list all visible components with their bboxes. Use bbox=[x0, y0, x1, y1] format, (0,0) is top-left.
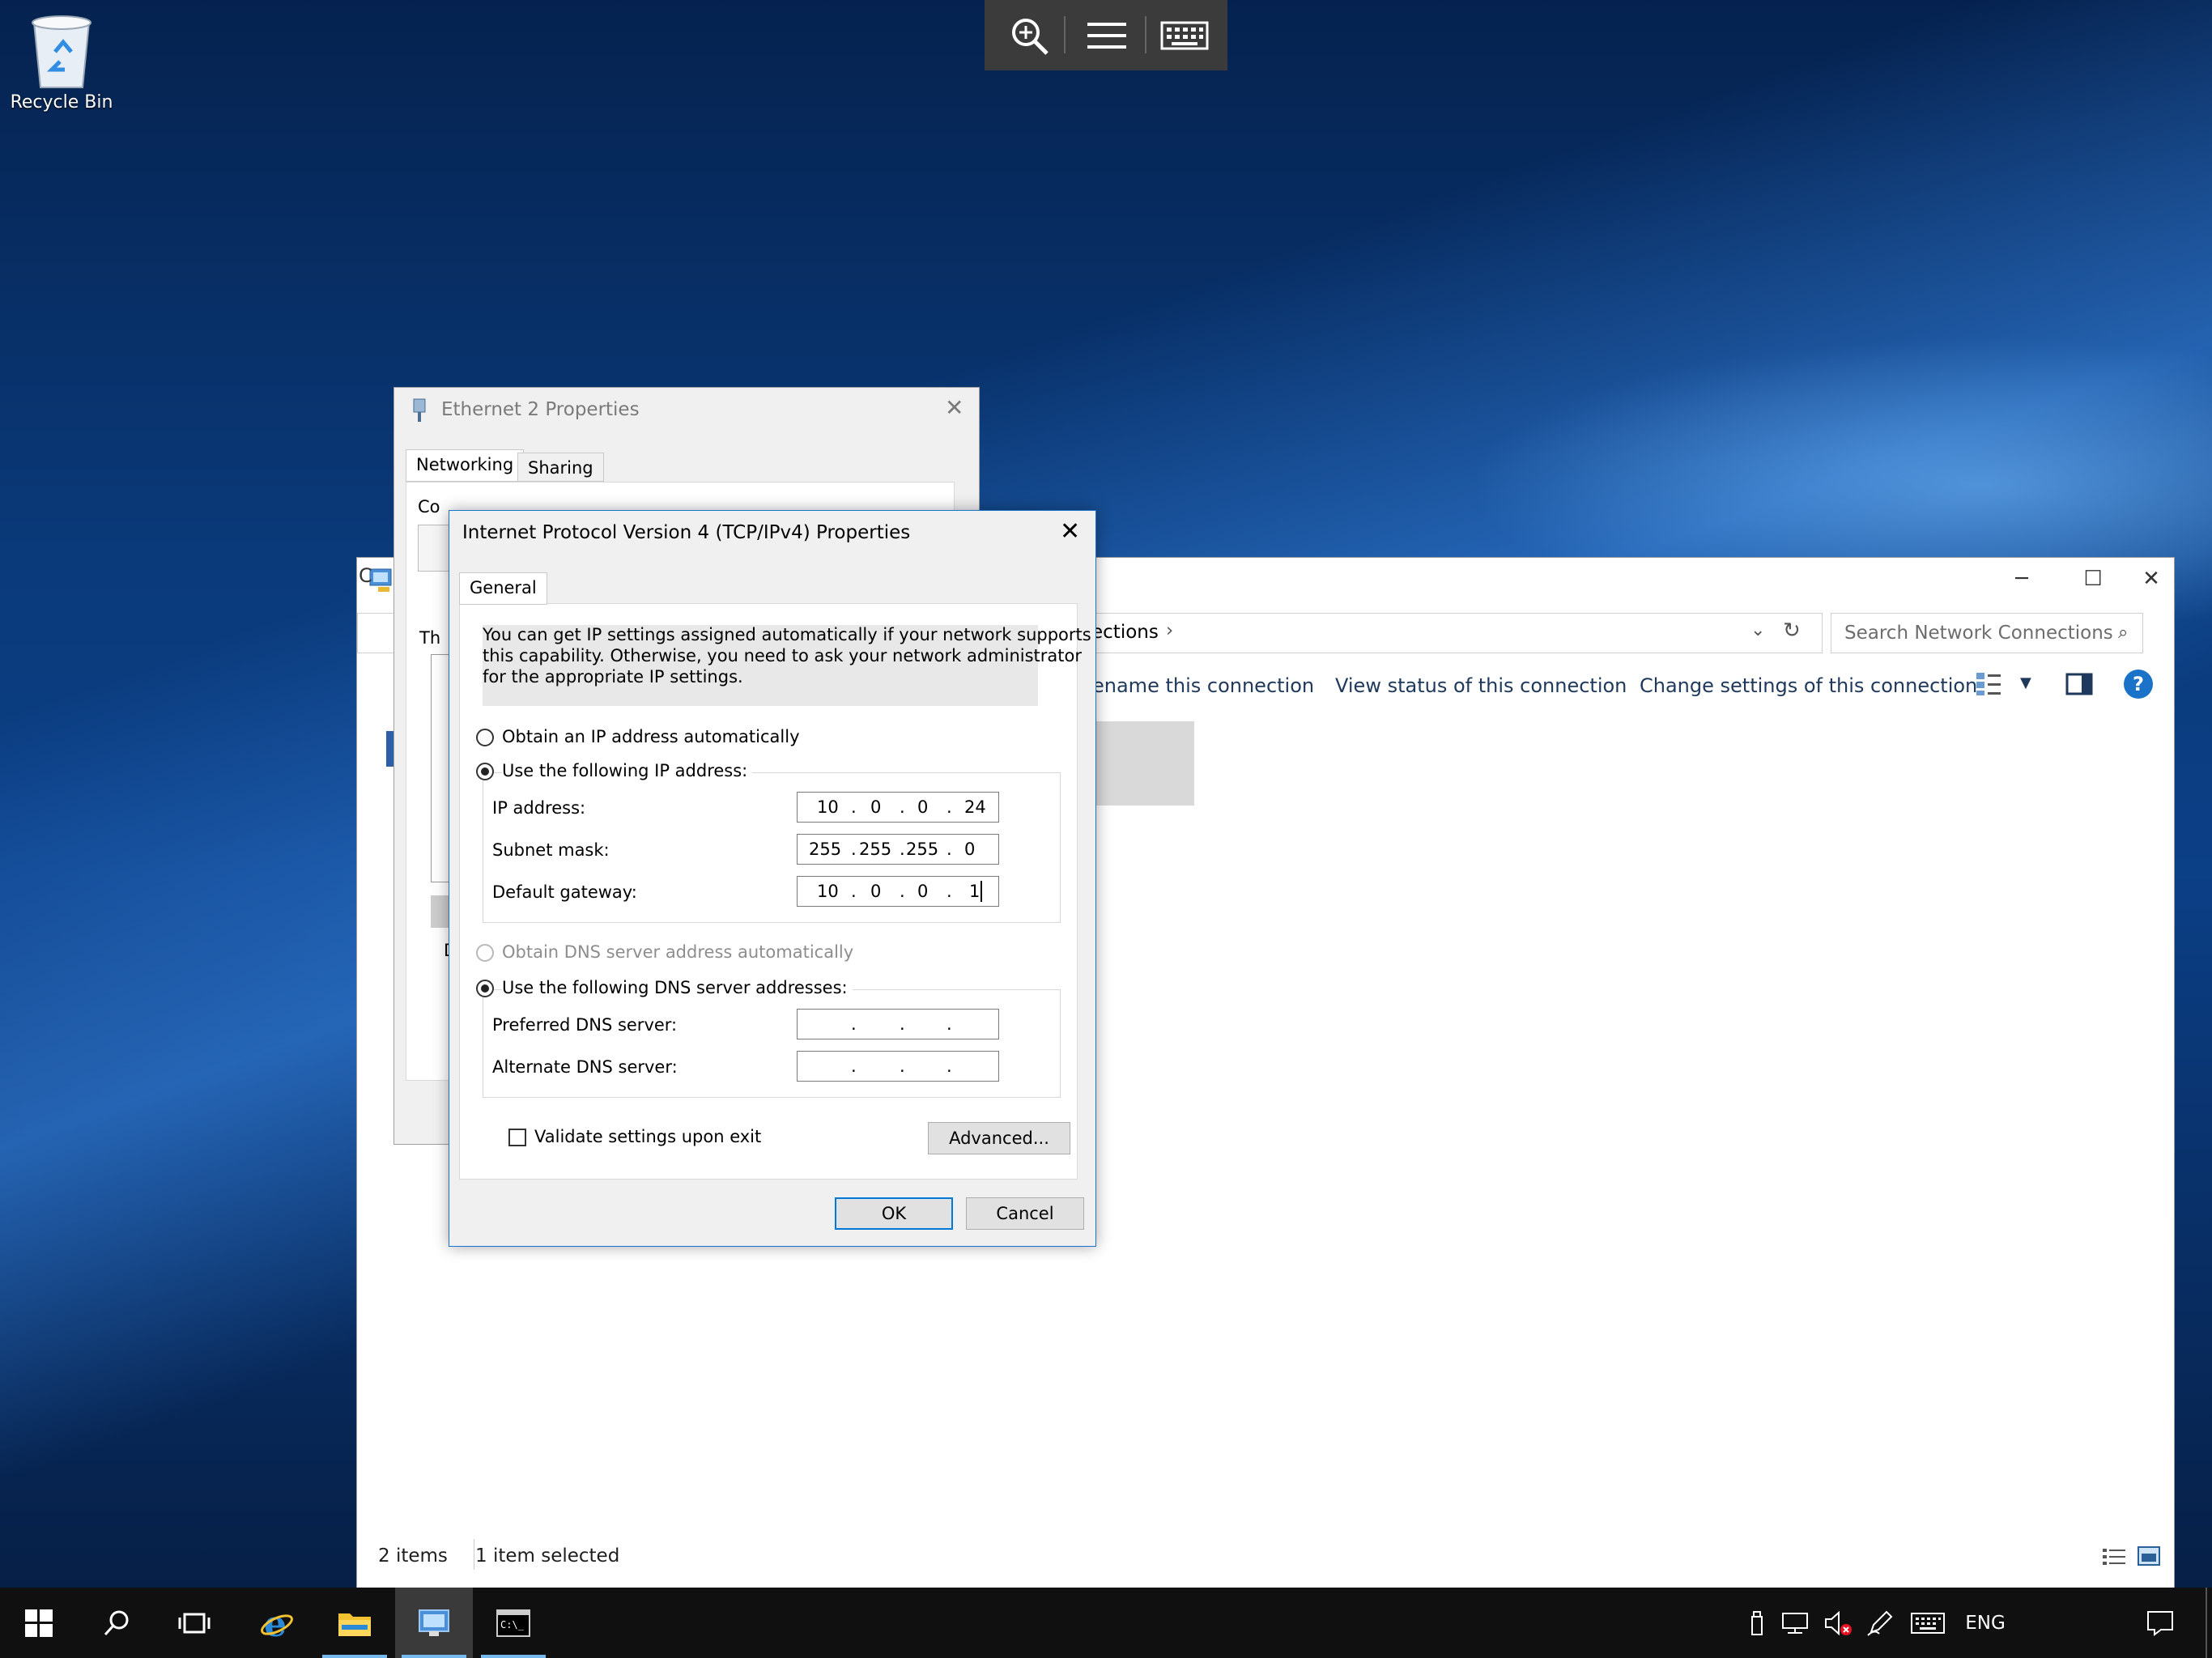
address-breadcrumb[interactable]: ections bbox=[1091, 622, 1159, 643]
ip-address-input[interactable]: 10. 0. 0. 24 bbox=[797, 792, 999, 823]
alternate-dns-input[interactable]: ... bbox=[797, 1051, 999, 1082]
tab-networking[interactable]: Networking bbox=[406, 449, 525, 482]
large-icons-view-icon[interactable] bbox=[2137, 1545, 2161, 1567]
view-status-command[interactable]: View status of this connection bbox=[1335, 674, 1627, 697]
use-ip-label[interactable]: Use the following IP address: bbox=[502, 761, 753, 780]
refresh-icon[interactable]: ↻ bbox=[1783, 619, 1801, 643]
search-icon[interactable]: ⌕ bbox=[2118, 614, 2128, 653]
pen-icon[interactable] bbox=[1862, 1588, 1898, 1658]
preferred-dns-input[interactable]: ... bbox=[797, 1009, 999, 1039]
task-view-button[interactable] bbox=[155, 1588, 233, 1658]
address-dropdown-icon[interactable]: ⌄ bbox=[1750, 620, 1765, 640]
show-desktop-button[interactable] bbox=[2206, 1588, 2207, 1658]
status-items: 2 items bbox=[378, 1545, 448, 1567]
language-indicator[interactable]: ENG bbox=[1953, 1588, 2018, 1658]
notifications-icon[interactable] bbox=[2144, 1588, 2176, 1658]
ethernet-dialog-title: Ethernet 2 Properties bbox=[441, 399, 640, 420]
command-prompt-button[interactable]: C:\_ bbox=[474, 1588, 552, 1658]
rename-connection-command[interactable]: ename this connection bbox=[1092, 674, 1314, 697]
internet-explorer-icon: e bbox=[261, 1605, 293, 1641]
network-connections-icon bbox=[368, 566, 396, 593]
use-dns-radio[interactable] bbox=[476, 980, 494, 997]
details-view-icon[interactable] bbox=[2101, 1547, 2127, 1567]
obtain-ip-auto-label[interactable]: Obtain an IP address automatically bbox=[502, 727, 800, 746]
svg-text:C:\_: C:\_ bbox=[500, 1619, 525, 1630]
network-connections-icon bbox=[419, 1609, 449, 1636]
preferred-dns-label: Preferred DNS server: bbox=[492, 1015, 678, 1035]
obtain-ip-auto-radio[interactable] bbox=[476, 729, 494, 746]
subnet-mask-input[interactable]: 255. 255. 255. 0 bbox=[797, 834, 999, 865]
text-cursor bbox=[981, 881, 982, 902]
network-connections-taskbar-button[interactable] bbox=[395, 1588, 473, 1658]
alternate-dns-label: Alternate DNS server: bbox=[492, 1057, 678, 1077]
selected-connection-item[interactable] bbox=[1092, 721, 1194, 806]
touch-keyboard-icon[interactable] bbox=[1908, 1588, 1948, 1658]
internet-explorer-button[interactable]: e bbox=[238, 1588, 316, 1658]
info-text-box: You can get IP settings assigned automat… bbox=[483, 625, 1091, 706]
close-button[interactable]: ✕ bbox=[2129, 558, 2174, 600]
validate-checkbox[interactable] bbox=[508, 1129, 526, 1146]
usb-device-icon[interactable] bbox=[1742, 1588, 1772, 1658]
use-ip-radio[interactable] bbox=[476, 763, 494, 780]
ip-address-label: IP address: bbox=[492, 798, 586, 818]
ipv4-dialog-title: Internet Protocol Version 4 (TCP/IPv4) P… bbox=[462, 522, 911, 543]
use-dns-label[interactable]: Use the following DNS server addresses: bbox=[502, 978, 853, 997]
ipv4-close-icon[interactable]: ✕ bbox=[1060, 517, 1080, 546]
taskbar: e C:\_ ENG bbox=[0, 1588, 2212, 1658]
network-status-icon[interactable] bbox=[1778, 1588, 1814, 1658]
connect-using-label: Co bbox=[418, 497, 440, 517]
default-gateway-label: Default gateway: bbox=[492, 882, 637, 902]
file-explorer-button[interactable] bbox=[316, 1588, 393, 1658]
change-settings-command[interactable]: Change settings of this connection bbox=[1640, 674, 1977, 697]
search-button[interactable] bbox=[78, 1588, 155, 1658]
recycle-bin-label: Recycle Bin bbox=[10, 92, 113, 113]
search-icon bbox=[104, 1610, 129, 1635]
view-dropdown-icon[interactable]: ▼ bbox=[2020, 674, 2031, 691]
preview-pane-icon[interactable] bbox=[2065, 673, 2093, 695]
keyboard-icon[interactable] bbox=[1156, 8, 1213, 63]
task-view-icon bbox=[178, 1613, 211, 1633]
windows-logo-icon bbox=[25, 1609, 53, 1637]
tab-sharing[interactable]: Sharing bbox=[517, 453, 604, 482]
subnet-mask-label: Subnet mask: bbox=[492, 840, 610, 860]
info-line-3: for the appropriate IP settings. bbox=[483, 667, 743, 687]
validate-label[interactable]: Validate settings upon exit bbox=[534, 1127, 761, 1146]
ok-button[interactable]: OK bbox=[835, 1197, 953, 1230]
ethernet-adapter-icon bbox=[409, 397, 430, 423]
zoom-toolbar bbox=[985, 0, 1227, 70]
components-label: Th bbox=[419, 628, 441, 648]
obtain-dns-auto-radio[interactable] bbox=[476, 944, 494, 962]
volume-muted-icon[interactable] bbox=[1820, 1588, 1856, 1658]
tab-general[interactable]: General bbox=[459, 572, 547, 605]
cancel-button[interactable]: Cancel bbox=[966, 1197, 1084, 1230]
status-selected: 1 item selected bbox=[475, 1545, 620, 1567]
breadcrumb-chevron-icon[interactable]: › bbox=[1166, 620, 1173, 641]
start-button[interactable] bbox=[0, 1588, 78, 1658]
recycle-bin-icon[interactable] bbox=[23, 11, 100, 91]
obtain-dns-auto-label[interactable]: Obtain DNS server address automatically bbox=[502, 942, 853, 962]
ipv4-properties-dialog: Internet Protocol Version 4 (TCP/IPv4) P… bbox=[449, 510, 1096, 1247]
zoom-icon[interactable] bbox=[1001, 8, 1057, 63]
advanced-button[interactable]: Advanced... bbox=[928, 1122, 1070, 1154]
minimize-button[interactable]: ─ bbox=[1986, 558, 2057, 600]
info-line-1: You can get IP settings assigned automat… bbox=[483, 625, 1091, 644]
explorer-left-fragment: C bbox=[359, 564, 372, 587]
view-options-icon[interactable] bbox=[1975, 671, 2004, 697]
default-gateway-input[interactable]: 10. 0. 0. 1 bbox=[797, 876, 999, 907]
search-input[interactable]: Search Network Connections ⌕ bbox=[1831, 613, 2143, 653]
help-icon[interactable]: ? bbox=[2124, 670, 2153, 699]
maximize-button[interactable]: ☐ bbox=[2057, 558, 2129, 600]
general-tab-panel: You can get IP settings assigned automat… bbox=[459, 603, 1091, 1180]
command-prompt-icon: C:\_ bbox=[496, 1609, 530, 1637]
info-line-2: this capability. Otherwise, you need to … bbox=[483, 646, 1083, 665]
folder-icon bbox=[338, 1613, 371, 1636]
ethernet-close-icon[interactable]: ✕ bbox=[945, 394, 963, 421]
menu-icon[interactable] bbox=[1078, 8, 1135, 63]
